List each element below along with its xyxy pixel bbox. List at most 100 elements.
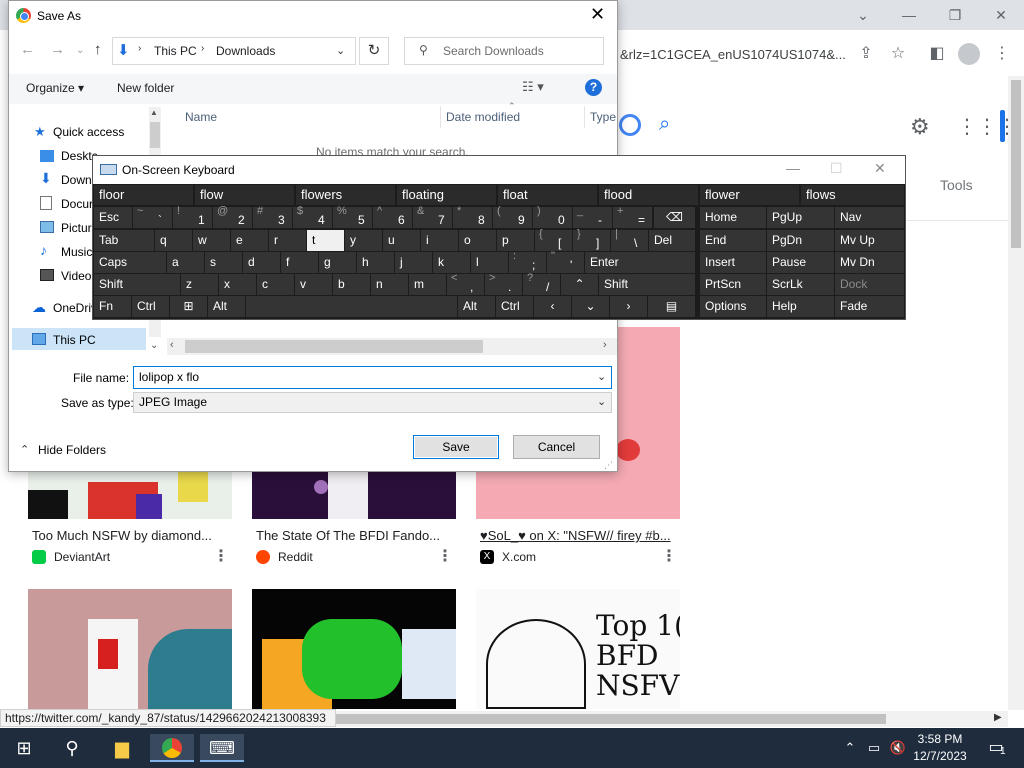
search-icon[interactable]: ⚲ bbox=[58, 734, 86, 762]
scroll-right-icon[interactable]: › bbox=[603, 339, 607, 351]
context-menu-icon[interactable]: ▤ bbox=[648, 296, 695, 317]
key-pgdn[interactable]: PgDn bbox=[767, 230, 834, 251]
restore-icon[interactable]: ❐ bbox=[932, 4, 978, 26]
key-b[interactable]: b bbox=[333, 274, 370, 295]
key-x[interactable]: x bbox=[219, 274, 256, 295]
more-options-icon[interactable]: ⋮ bbox=[437, 546, 453, 566]
sign-in-accent[interactable] bbox=[1000, 110, 1005, 142]
close-window-icon[interactable]: ✕ bbox=[978, 4, 1024, 26]
key-[interactable]: " ' bbox=[547, 250, 584, 273]
nav-this-pc[interactable]: This PC bbox=[53, 333, 96, 347]
result-thumbnail[interactable] bbox=[252, 472, 456, 519]
key-i[interactable]: i bbox=[421, 230, 458, 251]
help-icon[interactable]: ? bbox=[585, 79, 602, 96]
key-j[interactable]: j bbox=[395, 252, 432, 273]
key-[interactable]: ~ ` bbox=[133, 205, 172, 228]
key-z[interactable]: z bbox=[181, 274, 218, 295]
key-u[interactable]: u bbox=[383, 230, 420, 251]
result-thumbnail[interactable]: Top 1( BFD NSFV bbox=[476, 589, 680, 709]
key-9[interactable]: (9 bbox=[493, 205, 532, 228]
column-date-modified[interactable]: Date modified bbox=[446, 110, 520, 124]
share-icon[interactable]: ⇪ bbox=[854, 42, 878, 66]
windows-key-icon[interactable]: ⊞ bbox=[170, 296, 207, 317]
prediction-flood[interactable]: flood bbox=[599, 185, 698, 205]
key-a[interactable]: a bbox=[167, 252, 204, 273]
key-prtscn[interactable]: PrtScn bbox=[700, 274, 766, 295]
key-q[interactable]: q bbox=[155, 230, 192, 251]
arrow-up-icon[interactable]: ⌃ bbox=[561, 274, 598, 295]
key-ctrl-right[interactable]: Ctrl bbox=[496, 296, 533, 317]
key-w[interactable]: w bbox=[193, 230, 230, 251]
chevron-down-icon[interactable]: ⌄ bbox=[336, 44, 345, 57]
chevron-down-icon[interactable]: ⌄ bbox=[150, 340, 158, 351]
hide-folders-button[interactable]: Hide Folders bbox=[38, 443, 106, 457]
key-8[interactable]: * 8 bbox=[453, 205, 492, 228]
key-s[interactable]: s bbox=[205, 252, 242, 273]
key-[interactable]: <, bbox=[447, 272, 484, 295]
on-screen-keyboard-taskbar-icon[interactable]: ⌨ bbox=[200, 734, 244, 762]
save-button[interactable]: Save bbox=[413, 435, 499, 459]
chevron-down-icon[interactable]: ⌄ bbox=[597, 370, 606, 383]
key-scrlk[interactable]: ScrLk bbox=[767, 274, 834, 295]
arrow-down-icon[interactable]: ⌄ bbox=[572, 296, 609, 317]
forward-arrow-icon[interactable]: → bbox=[50, 41, 65, 58]
key-fade[interactable]: Fade bbox=[835, 296, 904, 317]
key-[interactable]: ? / bbox=[523, 272, 560, 295]
back-arrow-icon[interactable]: ← bbox=[20, 41, 35, 58]
result-thumbnail[interactable] bbox=[28, 472, 232, 519]
view-options-icon[interactable]: ☷ ▾ bbox=[522, 79, 544, 95]
prediction-floating[interactable]: floating bbox=[397, 185, 496, 205]
arrow-left-icon[interactable]: ‹ bbox=[534, 296, 571, 317]
arrow-right-icon[interactable]: › bbox=[610, 296, 647, 317]
cancel-button[interactable]: Cancel bbox=[513, 435, 600, 459]
key-shift-left[interactable]: Shift bbox=[94, 274, 180, 295]
nav-pictures[interactable]: Pictur bbox=[61, 221, 92, 235]
prediction-flows[interactable]: flows bbox=[801, 185, 904, 205]
lens-icon[interactable] bbox=[619, 114, 641, 136]
file-explorer-icon[interactable]: ▆ bbox=[108, 734, 136, 762]
clock[interactable]: 3:58 PM 12/7/2023 bbox=[905, 731, 975, 765]
nav-music[interactable]: Music bbox=[61, 245, 92, 259]
scroll-up-icon[interactable]: ▲ bbox=[150, 108, 158, 117]
key-dock[interactable]: Dock bbox=[835, 274, 904, 295]
chevron-down-icon[interactable]: ⌄ bbox=[840, 4, 886, 26]
key-mv-up[interactable]: Mv Up bbox=[835, 230, 904, 251]
key-options[interactable]: Options bbox=[700, 296, 766, 317]
key-pgup[interactable]: PgUp bbox=[767, 207, 834, 228]
recent-locations-chevron-icon[interactable]: ⌄ bbox=[76, 45, 84, 56]
key-7[interactable]: & 7 bbox=[413, 205, 452, 228]
key-f[interactable]: f bbox=[281, 252, 318, 273]
save-type-select[interactable]: JPEG Image bbox=[133, 392, 612, 413]
result-thumbnail[interactable] bbox=[28, 589, 232, 709]
key-pause[interactable]: Pause bbox=[767, 252, 834, 273]
key-nav[interactable]: Nav bbox=[835, 207, 904, 228]
nav-videos[interactable]: Video: bbox=[61, 269, 95, 283]
key-6[interactable]: ^ 6 bbox=[373, 205, 412, 228]
scroll-right-icon[interactable]: ▶ bbox=[994, 712, 1002, 723]
result-title[interactable]: ♥SoL_♥ on X: "NSFW// firey #b... bbox=[480, 528, 680, 543]
key-[interactable]: >. bbox=[485, 272, 522, 295]
backspace-icon[interactable]: ⌫ bbox=[654, 207, 695, 228]
result-source[interactable]: DeviantArt bbox=[54, 550, 110, 564]
search-downloads-input[interactable]: Search Downloads bbox=[404, 37, 604, 65]
key-e[interactable]: e bbox=[231, 230, 268, 251]
more-options-icon[interactable]: ⋮ bbox=[213, 546, 229, 566]
key-home[interactable]: Home bbox=[700, 207, 766, 228]
prediction-flower[interactable]: flower bbox=[700, 185, 799, 205]
key-fn[interactable]: Fn bbox=[94, 296, 131, 317]
close-icon[interactable]: ✕ bbox=[874, 160, 886, 177]
key-[interactable]: }] bbox=[573, 228, 610, 251]
result-thumbnail[interactable] bbox=[252, 589, 456, 709]
result-source[interactable]: Reddit bbox=[278, 550, 313, 564]
key-3[interactable]: #3 bbox=[253, 205, 292, 228]
resize-grip-icon[interactable]: ⋰ bbox=[604, 460, 613, 471]
chevron-up-icon[interactable]: ⌃ bbox=[20, 443, 29, 456]
search-icon[interactable]: ⌕ bbox=[659, 113, 670, 136]
file-pane-scrollbar-thumb[interactable] bbox=[185, 340, 483, 353]
horizontal-scrollbar-thumb[interactable] bbox=[336, 714, 886, 724]
key-y[interactable]: y bbox=[345, 230, 382, 251]
column-name[interactable]: Name bbox=[185, 110, 217, 124]
key-n[interactable]: n bbox=[371, 274, 408, 295]
profile-avatar-icon[interactable] bbox=[958, 43, 980, 65]
key-1[interactable]: ! 1 bbox=[173, 205, 212, 228]
